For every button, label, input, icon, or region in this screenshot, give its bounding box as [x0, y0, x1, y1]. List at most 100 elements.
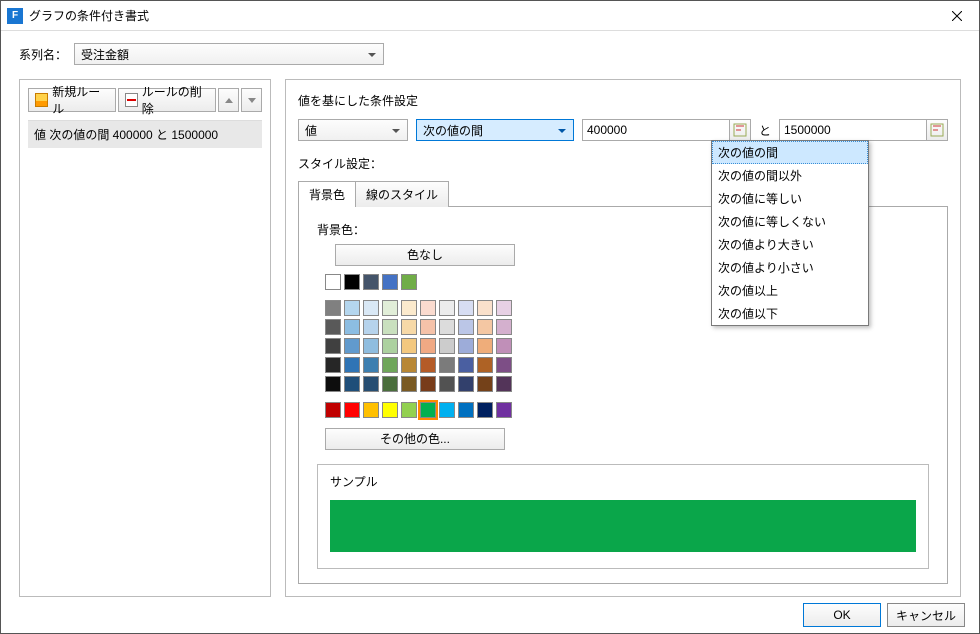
color-swatch[interactable]	[439, 357, 455, 373]
color-swatch[interactable]	[420, 402, 436, 418]
operator-option[interactable]: 次の値の間	[712, 141, 868, 164]
color-swatch[interactable]	[439, 376, 455, 392]
color-swatch[interactable]	[458, 402, 474, 418]
color-swatch[interactable]	[325, 300, 341, 316]
operator-option[interactable]: 次の値の間以外	[712, 164, 868, 187]
color-swatch[interactable]	[458, 376, 474, 392]
operator-option[interactable]: 次の値以下	[712, 302, 868, 325]
palette-standard	[325, 402, 929, 418]
move-down-button[interactable]	[241, 88, 262, 112]
color-swatch[interactable]	[458, 319, 474, 335]
color-swatch[interactable]	[420, 357, 436, 373]
color-swatch[interactable]	[363, 376, 379, 392]
delete-rule-icon	[125, 93, 138, 107]
color-swatch[interactable]	[477, 338, 493, 354]
color-swatch[interactable]	[420, 338, 436, 354]
field-combo[interactable]: 値	[298, 119, 408, 141]
value1-input[interactable]: 400000	[582, 119, 730, 141]
color-swatch[interactable]	[439, 300, 455, 316]
color-swatch[interactable]	[458, 357, 474, 373]
no-color-button[interactable]: 色なし	[335, 244, 515, 266]
cancel-button[interactable]: キャンセル	[887, 603, 965, 627]
new-rule-button[interactable]: 新規ルール	[28, 88, 116, 112]
color-swatch[interactable]	[382, 319, 398, 335]
color-swatch[interactable]	[325, 376, 341, 392]
series-select[interactable]: 受注金額	[74, 43, 384, 65]
operator-option[interactable]: 次の値に等しくない	[712, 210, 868, 233]
formula-icon	[733, 123, 747, 137]
color-swatch[interactable]	[344, 319, 360, 335]
tab-background[interactable]: 背景色	[298, 181, 356, 207]
color-swatch[interactable]	[401, 376, 417, 392]
series-value: 受注金額	[81, 46, 129, 63]
color-swatch[interactable]	[401, 357, 417, 373]
color-swatch[interactable]	[420, 300, 436, 316]
color-swatch[interactable]	[363, 357, 379, 373]
color-swatch[interactable]	[496, 376, 512, 392]
color-swatch[interactable]	[363, 319, 379, 335]
color-swatch[interactable]	[401, 338, 417, 354]
color-swatch[interactable]	[496, 338, 512, 354]
color-swatch[interactable]	[344, 274, 360, 290]
color-swatch[interactable]	[496, 357, 512, 373]
color-swatch[interactable]	[325, 338, 341, 354]
color-swatch[interactable]	[325, 274, 341, 290]
color-swatch[interactable]	[363, 274, 379, 290]
color-swatch[interactable]	[458, 300, 474, 316]
value2-bind-button[interactable]	[926, 119, 948, 141]
more-colors-button[interactable]: その他の色...	[325, 428, 505, 450]
move-up-button[interactable]	[218, 88, 239, 112]
color-swatch[interactable]	[439, 338, 455, 354]
color-swatch[interactable]	[382, 300, 398, 316]
operator-option[interactable]: 次の値より小さい	[712, 256, 868, 279]
color-swatch[interactable]	[439, 319, 455, 335]
color-swatch[interactable]	[325, 319, 341, 335]
color-swatch[interactable]	[401, 319, 417, 335]
color-swatch[interactable]	[382, 402, 398, 418]
color-swatch[interactable]	[363, 300, 379, 316]
color-swatch[interactable]	[477, 376, 493, 392]
color-swatch[interactable]	[344, 402, 360, 418]
color-swatch[interactable]	[363, 338, 379, 354]
series-label: 系列名：	[19, 46, 74, 63]
condition-row: 値 次の値の間 400000 と	[298, 119, 948, 141]
color-swatch[interactable]	[477, 402, 493, 418]
color-swatch[interactable]	[325, 402, 341, 418]
color-swatch[interactable]	[458, 338, 474, 354]
value1-bind-button[interactable]	[729, 119, 751, 141]
color-swatch[interactable]	[420, 376, 436, 392]
color-swatch[interactable]	[496, 300, 512, 316]
color-swatch[interactable]	[344, 300, 360, 316]
color-swatch[interactable]	[477, 319, 493, 335]
color-swatch[interactable]	[496, 402, 512, 418]
color-swatch[interactable]	[344, 376, 360, 392]
color-swatch[interactable]	[401, 402, 417, 418]
color-swatch[interactable]	[344, 357, 360, 373]
color-swatch[interactable]	[382, 338, 398, 354]
color-swatch[interactable]	[344, 338, 360, 354]
color-swatch[interactable]	[477, 357, 493, 373]
tab-line-style[interactable]: 線のスタイル	[355, 181, 449, 207]
operator-option[interactable]: 次の値以上	[712, 279, 868, 302]
operator-option[interactable]: 次の値に等しい	[712, 187, 868, 210]
color-swatch[interactable]	[363, 402, 379, 418]
ok-button[interactable]: OK	[803, 603, 881, 627]
color-swatch[interactable]	[477, 300, 493, 316]
color-swatch[interactable]	[382, 274, 398, 290]
operator-option[interactable]: 次の値より大きい	[712, 233, 868, 256]
color-swatch[interactable]	[325, 357, 341, 373]
rule-item[interactable]: 値 次の値の間 400000 と 1500000	[28, 121, 262, 148]
value2-input[interactable]: 1500000	[779, 119, 927, 141]
color-swatch[interactable]	[420, 319, 436, 335]
close-button[interactable]	[934, 1, 979, 31]
color-swatch[interactable]	[401, 274, 417, 290]
operator-combo[interactable]: 次の値の間	[416, 119, 574, 141]
main-area: 新規ルール ルールの削除 値 次の値の間 400000 と 1500000 値を…	[19, 79, 961, 597]
dialog-body: 系列名： 受注金額 新規ルール ルールの削除	[1, 31, 979, 597]
color-swatch[interactable]	[496, 319, 512, 335]
color-swatch[interactable]	[401, 300, 417, 316]
color-swatch[interactable]	[382, 357, 398, 373]
color-swatch[interactable]	[439, 402, 455, 418]
delete-rule-button[interactable]: ルールの削除	[118, 88, 217, 112]
color-swatch[interactable]	[382, 376, 398, 392]
